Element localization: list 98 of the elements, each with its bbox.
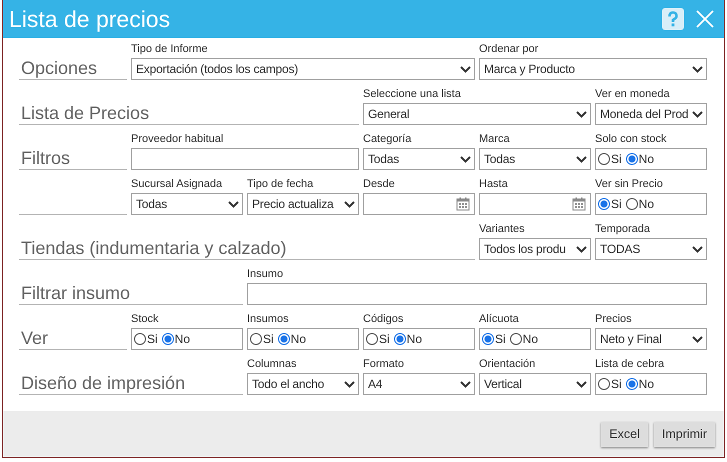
field-label: Categoría	[363, 133, 412, 147]
radio-label[interactable]: No	[174, 332, 190, 346]
chevron-icon	[576, 246, 587, 252]
dropdown[interactable]: Neto y Final	[595, 328, 707, 350]
radio-label[interactable]: Si	[379, 332, 390, 346]
field-label: Hasta	[479, 178, 509, 192]
field-label: Formato	[363, 358, 405, 372]
dropdown[interactable]: A4	[363, 373, 475, 395]
chevron-icon	[692, 110, 703, 118]
radio-button[interactable]	[366, 333, 378, 345]
field-label: Alícuota	[479, 313, 520, 327]
field-label: Tipo de fecha	[247, 178, 314, 192]
close-icon[interactable]	[696, 10, 714, 28]
radio-label[interactable]: No	[638, 197, 654, 211]
radio-button[interactable]	[250, 333, 262, 345]
dropdown[interactable]: Todas	[131, 193, 243, 215]
calendar-icon[interactable]	[456, 197, 470, 211]
window-title: Lista de precios	[9, 6, 172, 32]
radio-label[interactable]: Si	[495, 332, 506, 346]
field-label: Temporada	[595, 223, 652, 237]
radio-label[interactable]: Si	[263, 332, 274, 346]
dropdown[interactable]: Marca y Producto	[479, 58, 707, 80]
radio-button[interactable]	[394, 333, 406, 345]
print-button[interactable]: Imprimir	[654, 422, 715, 446]
section-heading: Filtrar insumo	[20, 282, 130, 304]
radio-label[interactable]: Si	[611, 197, 622, 211]
field-label: Insumos	[247, 313, 290, 327]
radio-button[interactable]	[626, 198, 638, 210]
field-label: Columnas	[247, 358, 298, 372]
chevron-icon	[576, 156, 587, 162]
dropdown[interactable]: Todas	[479, 148, 591, 170]
field-label: Proveedor habitual	[131, 133, 224, 147]
dropdown[interactable]: Moneda del Prod	[595, 103, 707, 125]
radio-button[interactable]	[598, 198, 610, 210]
field-label: Insumo	[247, 268, 284, 282]
field-label: Seleccione una lista	[363, 88, 462, 102]
section-heading: Filtros	[20, 147, 70, 169]
chevron-icon	[692, 66, 703, 72]
section-heading: Ver	[20, 327, 48, 349]
dropdown[interactable]: Exportación (todos los campos)	[131, 58, 475, 80]
field-label: Ver sin Precio	[595, 178, 664, 192]
radio-button[interactable]	[134, 333, 146, 345]
chevron-icon	[692, 246, 703, 252]
section-heading: Lista de Precios	[20, 102, 150, 124]
field-label: Orientación	[479, 358, 536, 372]
radio-button[interactable]	[482, 333, 494, 345]
chevron-icon	[576, 380, 587, 388]
field-label: Solo con stock	[595, 133, 668, 147]
radio-button[interactable]	[598, 378, 610, 390]
chevron-icon	[460, 66, 471, 72]
field-label: Stock	[131, 313, 160, 327]
field-label: Códigos	[363, 313, 404, 327]
chevron-icon	[576, 110, 587, 118]
date-field[interactable]	[363, 193, 475, 215]
chevron-icon	[692, 336, 703, 342]
field-label: Ordenar por	[479, 43, 540, 57]
dropdown[interactable]: TODAS	[595, 238, 707, 260]
radio-label[interactable]: Si	[147, 332, 158, 346]
field-label: Variantes	[479, 223, 526, 237]
chevron-icon	[344, 380, 355, 388]
radio-label[interactable]: No	[638, 377, 654, 391]
dropdown[interactable]: Todo el ancho	[247, 373, 359, 395]
radio-button[interactable]	[510, 333, 522, 345]
chevron-icon	[344, 200, 355, 208]
chevron-icon	[460, 156, 471, 162]
text-field[interactable]	[131, 148, 359, 170]
calendar-icon[interactable]	[572, 197, 586, 211]
text-field[interactable]	[247, 283, 707, 305]
date-field[interactable]	[479, 193, 591, 215]
field-label: Lista de cebra	[595, 358, 666, 372]
field-label: Ver en moneda	[595, 88, 671, 102]
radio-button[interactable]	[598, 153, 610, 165]
field-label: Tipo de Informe	[131, 43, 209, 57]
radio-label[interactable]: Si	[611, 377, 622, 391]
section-heading: Tiendas (indumentaria y calzado)	[20, 237, 286, 259]
section-heading: Opciones	[20, 57, 98, 79]
radio-label[interactable]: Si	[611, 152, 622, 166]
radio-button[interactable]	[626, 378, 638, 390]
dropdown[interactable]: Precio actualiza	[247, 193, 359, 215]
section-heading: Diseño de impresión	[20, 372, 186, 394]
field-label: Desde	[363, 178, 396, 192]
radio-button[interactable]	[278, 333, 290, 345]
radio-button[interactable]	[162, 333, 174, 345]
field-label: Sucursal Asignada	[131, 178, 224, 192]
chevron-icon	[228, 200, 239, 208]
dropdown[interactable]: General	[363, 103, 591, 125]
radio-button[interactable]	[626, 153, 638, 165]
radio-label[interactable]: No	[406, 332, 422, 346]
field-label: Precios	[595, 313, 633, 327]
dropdown[interactable]: Todas	[363, 148, 475, 170]
radio-label[interactable]: No	[290, 332, 306, 346]
excel-button[interactable]: Excel	[601, 422, 648, 446]
field-label: Marca	[479, 133, 511, 147]
radio-label[interactable]: No	[522, 332, 538, 346]
chevron-icon	[460, 380, 471, 388]
dropdown[interactable]: Todos los produ	[479, 238, 591, 260]
radio-label[interactable]: No	[638, 152, 654, 166]
dropdown[interactable]: Vertical	[479, 373, 591, 395]
